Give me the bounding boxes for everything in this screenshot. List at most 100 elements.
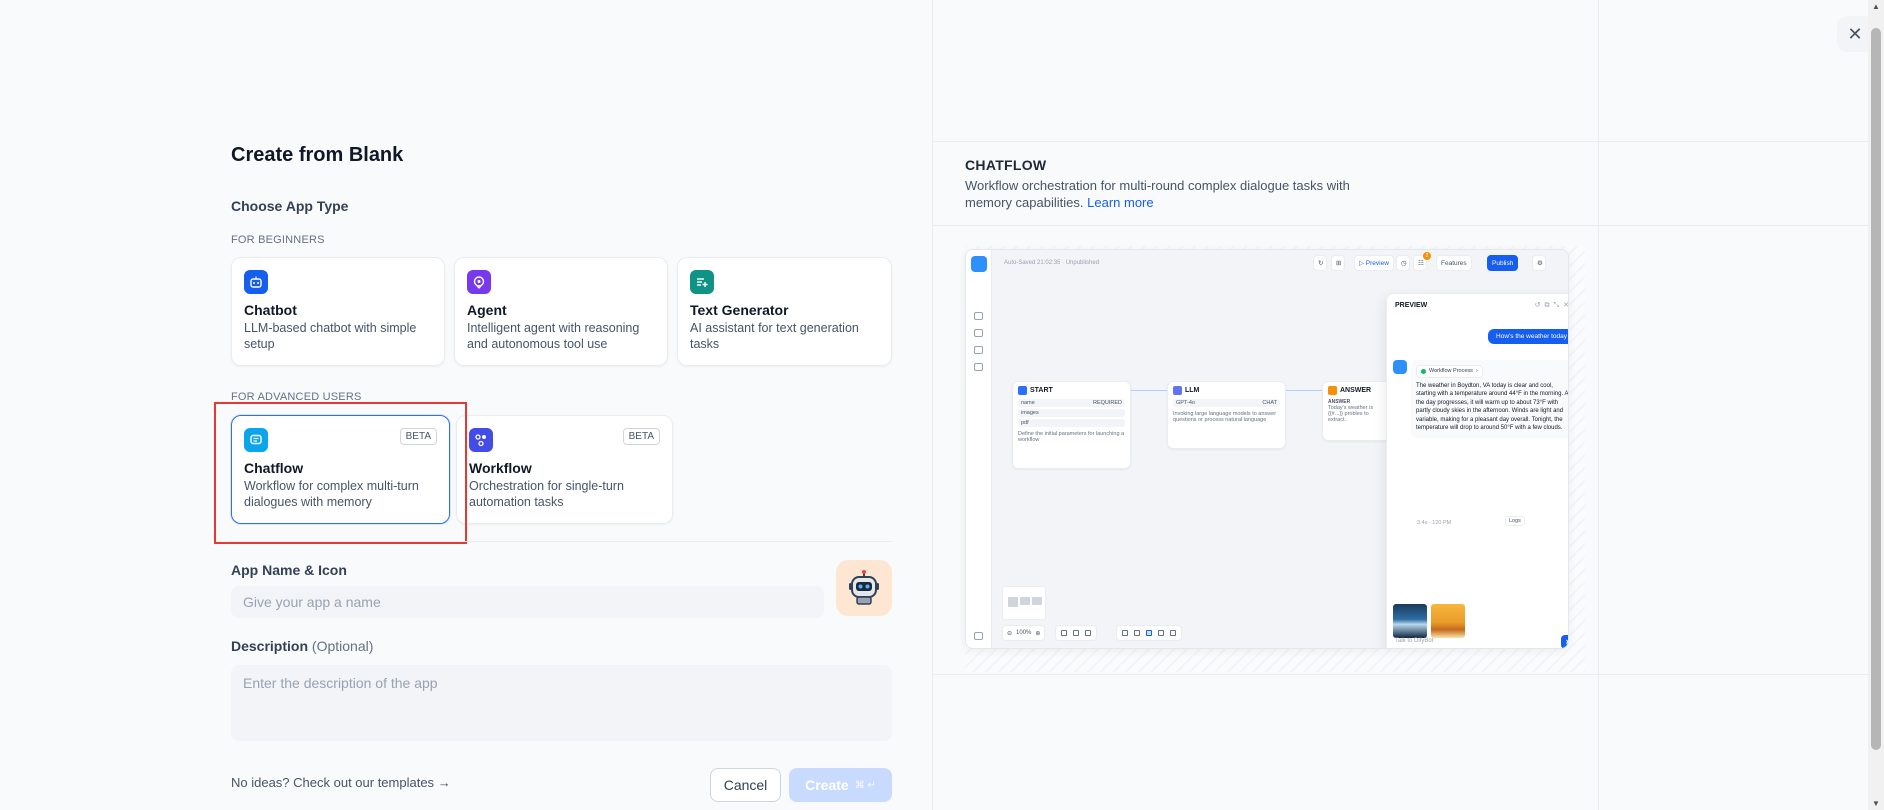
- edge-start-llm: [1131, 390, 1167, 391]
- answer-node-icon: [1328, 386, 1337, 395]
- model-row: GPT-4o CHAT: [1173, 399, 1280, 407]
- app-name-input[interactable]: [231, 586, 824, 618]
- preview-description: Workflow orchestration for multi-round c…: [965, 177, 1355, 211]
- divider: [231, 541, 892, 542]
- grid-line: [933, 225, 1868, 226]
- keyboard-shortcut: ⌘ ↵: [854, 779, 876, 791]
- close-icon: ✕: [1847, 23, 1863, 44]
- preview-title: CHATFLOW: [965, 157, 1047, 173]
- app-type-card-text-generator[interactable]: Text Generator AI assistant for text gen…: [677, 257, 892, 366]
- grid-line: [933, 674, 1868, 675]
- node-title: START: [1030, 387, 1053, 394]
- app-name-label: App Name & Icon: [231, 562, 347, 578]
- workflow-process-tag: Workflow Process ›: [1416, 365, 1483, 378]
- scroll-up-icon[interactable]: ▲: [1872, 2, 1880, 11]
- grid-line: [933, 141, 1868, 142]
- cancel-button[interactable]: Cancel: [710, 768, 781, 802]
- selection-highlight-box: [214, 402, 467, 544]
- group-label-beginners: FOR BEGINNERS: [231, 234, 325, 246]
- create-button-label: Create: [805, 777, 849, 793]
- chat-input: Talk to DifyBot: [1395, 638, 1434, 644]
- nav-icon: [974, 329, 983, 337]
- app-logo-icon: [971, 256, 987, 272]
- preview-screenshot-area: Auto-Saved 21:02:35 · Unpublished ↻ ⊞ ▷ …: [965, 246, 1585, 672]
- app-type-card-agent[interactable]: Agent Intelligent agent with reasoning a…: [454, 257, 668, 366]
- mock-sidebar: [966, 250, 992, 648]
- clock-icon: ◷: [1396, 255, 1410, 271]
- scrollbar[interactable]: ▲ ▼: [1868, 0, 1884, 810]
- app-type-card-chatbot[interactable]: Chatbot LLM-based chatbot with simple se…: [231, 257, 445, 366]
- node-title: LLM: [1185, 387, 1200, 394]
- card-title: Text Generator: [690, 302, 789, 318]
- create-button[interactable]: Create ⌘ ↵: [789, 768, 892, 802]
- chat-title: PREVIEW: [1395, 302, 1428, 309]
- description-textarea[interactable]: [231, 665, 892, 741]
- text-generator-icon: [690, 270, 714, 294]
- description-label: Description (Optional): [231, 638, 373, 654]
- card-description: AI assistant for text generation tasks: [690, 321, 859, 351]
- node-answer: ANSWER ANSWER Today's weather is {{#...}…: [1322, 381, 1392, 441]
- chevron-right-icon: ›: [1475, 368, 1478, 374]
- description-label-text: Description: [231, 638, 309, 654]
- scrollbar-thumb[interactable]: [1871, 28, 1881, 750]
- features-button: Features: [1436, 255, 1472, 271]
- workflow-icon: [469, 428, 493, 452]
- node-note: Invoking large language models to answer…: [1173, 411, 1277, 423]
- canvas-tools-toolbar: [1116, 625, 1182, 641]
- variable-row: name REQUIRED: [1018, 399, 1125, 407]
- card-description: LLM-based chatbot with simple setup: [244, 321, 417, 351]
- arrow-right-icon: →: [437, 775, 451, 790]
- variable-row: images: [1018, 409, 1125, 417]
- page-title: Create from Blank: [231, 144, 404, 166]
- scroll-down-icon[interactable]: ▼: [1872, 799, 1880, 808]
- preview-button: ▷ Preview: [1354, 255, 1394, 271]
- create-panel: Create from Blank Choose App Type FOR BE…: [0, 0, 932, 810]
- beta-badge: BETA: [622, 428, 660, 445]
- chat-actions-icon: ↺⧉⤡✕: [1534, 302, 1568, 309]
- chatbot-icon: [244, 270, 268, 294]
- card-description: Intelligent agent with reasoning and aut…: [467, 321, 640, 351]
- collapse-icon: [974, 632, 983, 640]
- minimap: [1002, 586, 1046, 620]
- card-description: Orchestration for single-turn automation…: [469, 479, 624, 509]
- card-title: Agent: [467, 302, 507, 318]
- agent-icon: [467, 270, 491, 294]
- zoom-out-icon: ⊖: [1007, 630, 1013, 637]
- grid-icon: ⊞: [1331, 255, 1345, 271]
- edge-llm-answer: [1286, 390, 1322, 391]
- settings-icon: ⚙: [1532, 255, 1546, 271]
- message-meta: 3.4s · 120 PM: [1417, 520, 1452, 526]
- bot-message-text: The weather in Boydton, VA today is clea…: [1416, 382, 1569, 432]
- preview-description-text: Workflow orchestration for multi-round c…: [965, 178, 1350, 210]
- app-type-preview-panel: CHATFLOW Workflow orchestration for mult…: [932, 0, 1868, 810]
- card-title: Chatbot: [244, 302, 297, 318]
- logs-button: Logs: [1505, 516, 1525, 526]
- node-note: Define the initial parameters for launch…: [1018, 431, 1125, 443]
- bot-avatar-icon: [1393, 360, 1407, 374]
- robot-avatar-icon[interactable]: [836, 560, 892, 616]
- llm-node-icon: [1173, 386, 1182, 395]
- chat-preview-panel: PREVIEW ↺⧉⤡✕ How's the weather today Wor…: [1386, 293, 1569, 648]
- start-node-icon: [1018, 386, 1027, 395]
- answer-text: Today's weather is {{#...}} probles to e…: [1328, 405, 1374, 423]
- undo-redo-toolbar: [1055, 625, 1097, 641]
- app-type-card-workflow[interactable]: BETA Workflow Orchestration for single-t…: [456, 415, 673, 524]
- grid-line: [1598, 0, 1599, 810]
- node-title: ANSWER: [1340, 387, 1372, 394]
- zoom-control: ⊖ 100% ⊕: [1002, 625, 1046, 641]
- choose-app-type-title: Choose App Type: [231, 198, 349, 214]
- node-llm: LLM GPT-4o CHAT Invoking large language m…: [1167, 381, 1286, 449]
- learn-more-link[interactable]: Learn more: [1087, 195, 1153, 210]
- card-title: Workflow: [469, 460, 532, 476]
- nav-icon: [974, 346, 983, 354]
- node-start: START name REQUIRED images pdf Define the…: [1012, 381, 1131, 469]
- zoom-in-icon: ⊕: [1035, 630, 1041, 637]
- send-icon: ➤: [1561, 635, 1568, 648]
- optional-label: (Optional): [311, 638, 374, 654]
- user-message: How's the weather today: [1488, 329, 1568, 344]
- autosave-status: Auto-Saved 21:02:35 · Unpublished: [1004, 260, 1100, 266]
- templates-link[interactable]: No ideas? Check out our templates →: [231, 775, 451, 790]
- variable-row: pdf: [1018, 419, 1125, 427]
- workflow-editor-preview: Auto-Saved 21:02:35 · Unpublished ↻ ⊞ ▷ …: [965, 249, 1569, 649]
- bot-message: Workflow Process › The weather in Boydton…: [1411, 360, 1569, 438]
